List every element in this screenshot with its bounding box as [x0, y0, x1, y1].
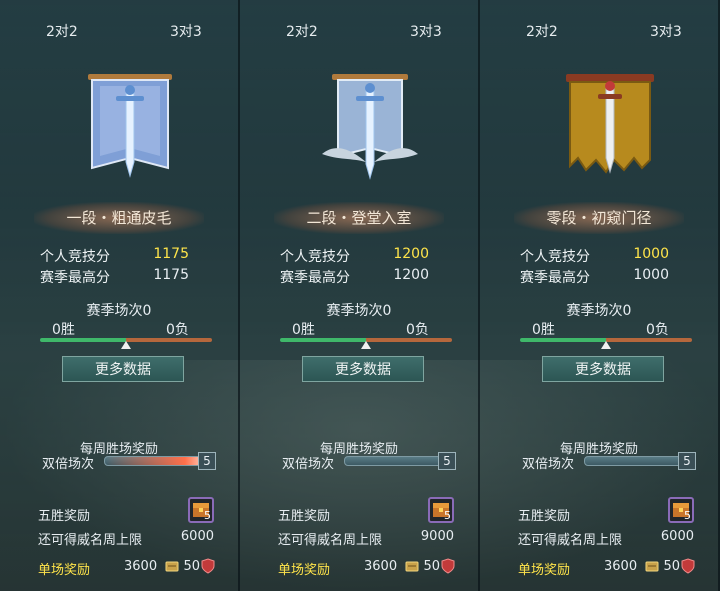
personal-score-label: 个人竞技分 [520, 249, 590, 265]
single-reward-secondary: 50 [183, 559, 200, 574]
five-win-reward-label: 五胜奖励 [38, 509, 91, 524]
rank-title: 一段・粗通皮毛 [34, 202, 204, 234]
loss-portion [606, 338, 692, 342]
weekly-limit-label: 还可得威名周上限 [278, 533, 383, 548]
season-matches: 赛季场次0 [566, 303, 632, 319]
tab-2v2[interactable]: 2对2 [286, 21, 318, 41]
shield-icon [200, 558, 216, 574]
weekly-limit-value: 6000 [660, 529, 694, 544]
season-high-value: 1000 [633, 267, 669, 283]
single-reward-amount: 3600 [364, 559, 398, 574]
single-reward-secondary: 50 [423, 559, 440, 574]
double-label: 双倍场次 [522, 457, 575, 472]
reward-chest-icon[interactable]: 5 [428, 497, 454, 523]
loss-portion [126, 338, 212, 342]
chest-count: 5 [684, 509, 691, 522]
coin-icon [164, 558, 180, 574]
single-reward-secondary: 50 [663, 559, 680, 574]
rank-panel-2: 2对2 3对3 二段・登堂入室 个人竞技分 1200 赛季最高分 1200 赛季… [240, 0, 480, 591]
single-match-reward-label: 单场奖励 [278, 563, 331, 578]
rank-panel-3: 2对2 3对3 零段・初窥门径 个人竞技分 1000 赛季最高分 1000 赛季… [480, 0, 720, 591]
double-label: 双倍场次 [282, 457, 335, 472]
season-matches: 赛季场次0 [86, 303, 152, 319]
season-high-value: 1175 [153, 267, 189, 283]
weekly-limit-value: 9000 [420, 529, 454, 544]
reward-chest-icon[interactable]: 5 [668, 497, 694, 523]
double-count: 5 [438, 452, 456, 470]
shield-icon [680, 558, 696, 574]
personal-score-label: 个人竞技分 [40, 249, 110, 265]
silver-sword-banner-icon [82, 72, 178, 184]
personal-score-value: 1200 [393, 246, 429, 262]
tab-2v2[interactable]: 2对2 [526, 21, 558, 41]
win-loss-ratio-bar [520, 338, 692, 349]
more-data-button[interactable]: 更多数据 [62, 356, 184, 382]
rank-panel-1: 2对2 3对3 一段・粗通皮毛 个人竞技分 1175 赛季最高分 1175 赛季… [0, 0, 240, 591]
single-reward-amount: 3600 [124, 559, 158, 574]
personal-score-value: 1175 [153, 246, 189, 262]
loss-portion [366, 338, 452, 342]
more-data-button[interactable]: 更多数据 [302, 356, 424, 382]
chest-count: 5 [444, 509, 451, 522]
season-matches: 赛季场次0 [326, 303, 392, 319]
tab-3v3[interactable]: 3对3 [650, 21, 682, 41]
ratio-marker-icon [121, 341, 131, 349]
double-progress-bar [344, 456, 446, 466]
win-loss-ratio-bar [40, 338, 212, 349]
double-progress-fill [105, 457, 205, 465]
tab-3v3[interactable]: 3对3 [170, 21, 202, 41]
double-count: 5 [198, 452, 216, 470]
double-progress-bar [104, 456, 206, 466]
losses-count: 0负 [646, 322, 669, 338]
double-count: 5 [678, 452, 696, 470]
double-progress-bar [584, 456, 686, 466]
ratio-marker-icon [601, 341, 611, 349]
winged-sword-banner-icon [322, 72, 418, 184]
wins-count: 0胜 [532, 322, 555, 338]
season-high-label: 赛季最高分 [280, 270, 350, 286]
chest-count: 5 [204, 509, 211, 522]
ratio-marker-icon [361, 341, 371, 349]
reward-chest-icon[interactable]: 5 [188, 497, 214, 523]
personal-score-value: 1000 [633, 246, 669, 262]
wins-count: 0胜 [52, 322, 75, 338]
five-win-reward-label: 五胜奖励 [278, 509, 331, 524]
weekly-limit-label: 还可得威名周上限 [518, 533, 623, 548]
tab-2v2[interactable]: 2对2 [46, 21, 78, 41]
season-high-value: 1200 [393, 267, 429, 283]
rank-title: 二段・登堂入室 [274, 202, 444, 234]
win-portion [520, 338, 606, 342]
win-portion [40, 338, 126, 342]
more-data-button[interactable]: 更多数据 [542, 356, 664, 382]
single-match-reward-label: 单场奖励 [518, 563, 571, 578]
tab-3v3[interactable]: 3对3 [410, 21, 442, 41]
season-high-label: 赛季最高分 [520, 270, 590, 286]
win-portion [280, 338, 366, 342]
shield-icon [440, 558, 456, 574]
rank-title: 零段・初窥门径 [514, 202, 684, 234]
weekly-limit-label: 还可得威名周上限 [38, 533, 143, 548]
five-win-reward-label: 五胜奖励 [518, 509, 571, 524]
coin-icon [404, 558, 420, 574]
season-high-label: 赛季最高分 [40, 270, 110, 286]
personal-score-label: 个人竞技分 [280, 249, 350, 265]
weekly-limit-value: 6000 [180, 529, 214, 544]
single-reward-amount: 3600 [604, 559, 638, 574]
tattered-gold-banner-icon [562, 72, 658, 184]
wins-count: 0胜 [292, 322, 315, 338]
single-match-reward-label: 单场奖励 [38, 563, 91, 578]
win-loss-ratio-bar [280, 338, 452, 349]
losses-count: 0负 [166, 322, 189, 338]
losses-count: 0负 [406, 322, 429, 338]
coin-icon [644, 558, 660, 574]
double-label: 双倍场次 [42, 457, 95, 472]
